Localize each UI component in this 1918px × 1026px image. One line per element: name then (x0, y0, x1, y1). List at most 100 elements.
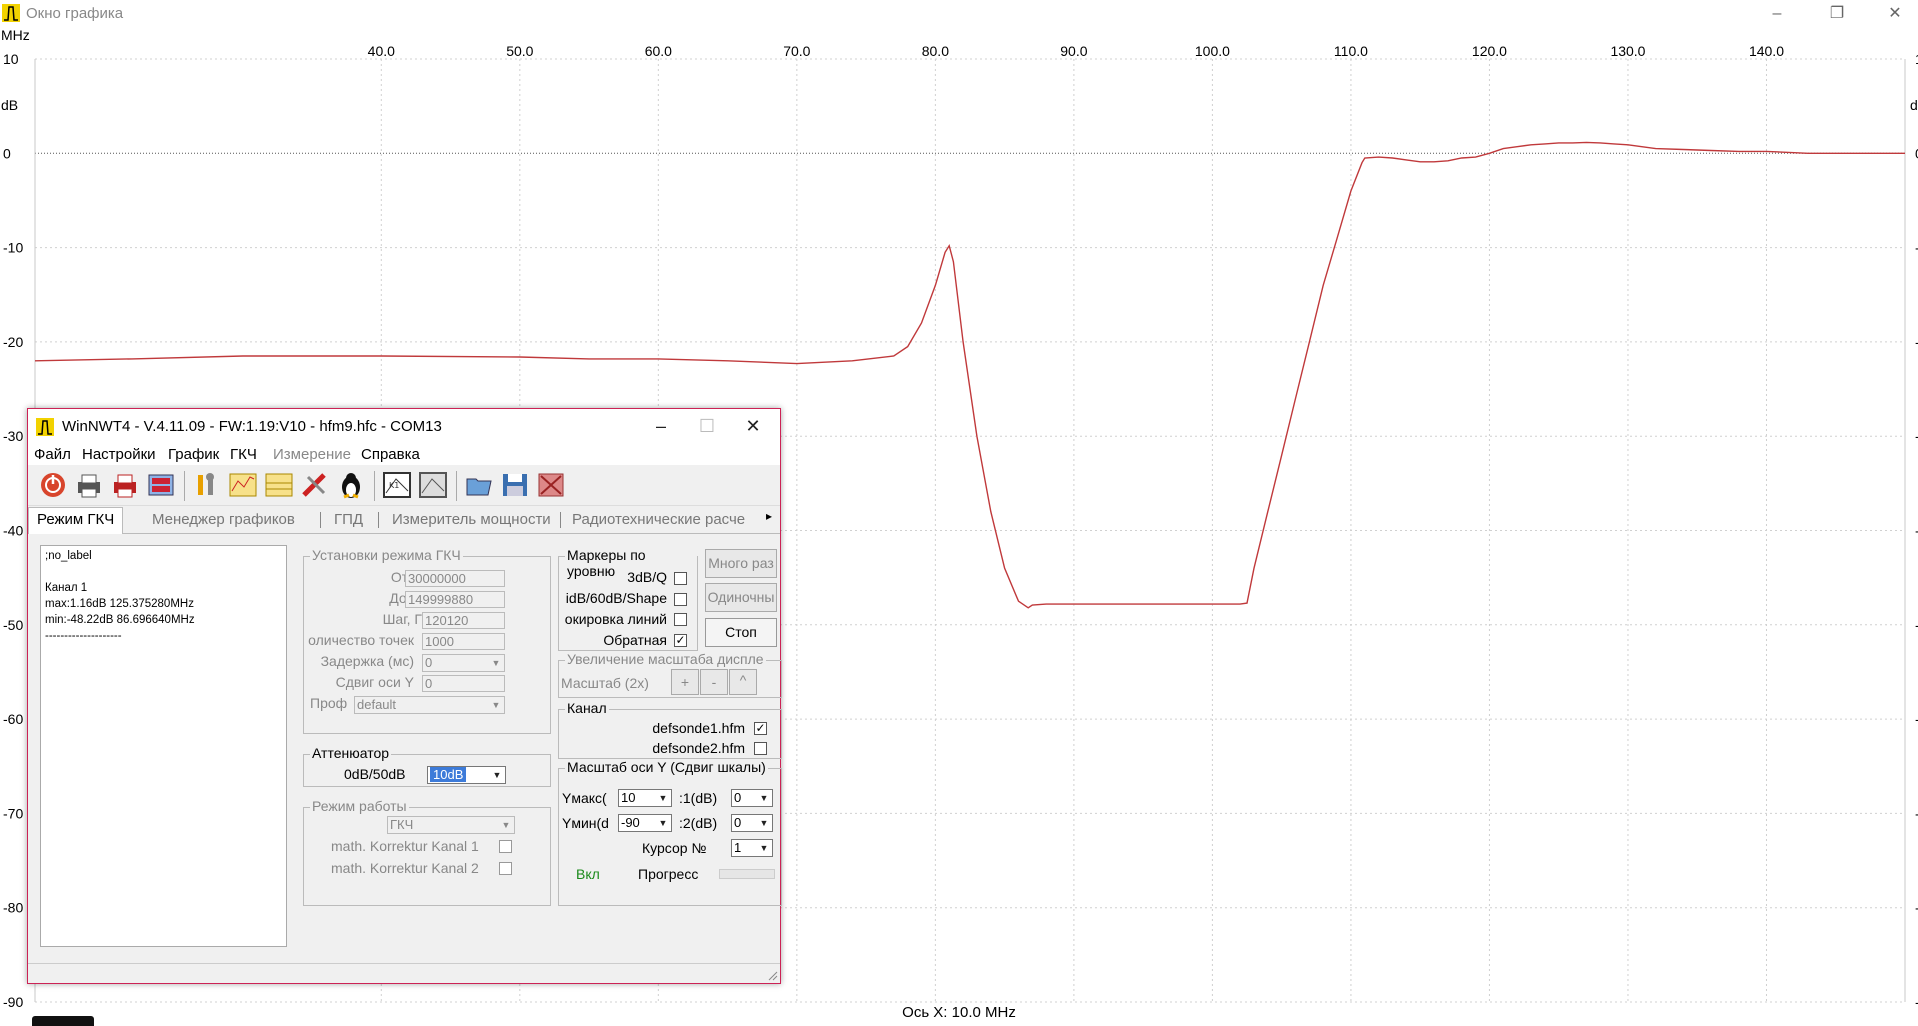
minimize-button[interactable]: – (1760, 2, 1794, 26)
x-tick-label: 100.0 (1195, 43, 1230, 59)
y-tick-label-left: -30 (3, 428, 23, 444)
zoom-in-button[interactable]: + (671, 669, 699, 695)
sweep-single-button[interactable]: Одиночны (705, 583, 777, 612)
inverse-checkbox[interactable]: ✓ (674, 634, 687, 647)
y-tick-label-left: -40 (3, 523, 23, 539)
zoom-out-button[interactable]: - (700, 669, 728, 695)
mode-title: Режим работы (310, 798, 409, 814)
yshift-label: Сдвиг оси Y (335, 674, 414, 690)
restore-button[interactable]: ❐ (1820, 2, 1854, 26)
k2-select[interactable]: 0 ▼ (731, 814, 773, 832)
tab-power-meter[interactable]: Измеритель мощности (392, 511, 551, 528)
x-tick-label: 80.0 (922, 43, 949, 59)
korrektur-1-checkbox[interactable] (499, 840, 512, 853)
tools-icon[interactable] (192, 471, 222, 499)
dialog-titlebar[interactable]: WinNWT4 - V.4.11.09 - FW:1.19:V10 - hfm9… (28, 409, 780, 443)
dialog-maximize-button[interactable]: ☐ (684, 413, 730, 439)
tab-graph-manager[interactable]: Менеджер графиков (152, 511, 295, 528)
graph-window-titlebar[interactable]: Окно графика – ❐ ✕ (0, 0, 1918, 28)
menu-help[interactable]: Справка (361, 446, 420, 463)
tab-vfo[interactable]: ГПД (334, 511, 363, 528)
cursor-select[interactable]: 1 ▼ (731, 839, 773, 857)
tab-sweep-mode[interactable]: Режим ГКЧ (28, 507, 124, 534)
k2-value: 0 (734, 815, 742, 830)
channel-1-checkbox[interactable]: ✓ (754, 722, 767, 735)
line-lock-label: окировка линий (564, 611, 667, 627)
marker-3db-checkbox[interactable] (674, 572, 687, 585)
toolbar-separator (456, 471, 457, 501)
y-tick-label-left: 10 (3, 51, 19, 67)
k1-chart-icon[interactable]: K1 (382, 471, 412, 499)
menu-file[interactable]: Файл (34, 446, 71, 463)
taskbar-thumbnail (32, 1016, 94, 1026)
table-icon[interactable] (264, 471, 294, 499)
cursor-value: 1 (734, 840, 742, 855)
chevron-down-icon: ▼ (759, 818, 769, 828)
menu-settings[interactable]: Настройки (82, 446, 156, 463)
mode-select[interactable]: ГКЧ ▼ (387, 816, 515, 834)
ymin-select[interactable]: -90 ▼ (618, 814, 672, 832)
cursor-label: Курсор № (642, 840, 707, 856)
save-icon[interactable] (500, 471, 530, 499)
channel-2-label: defsonde2.hfm (652, 740, 745, 756)
to-field[interactable]: 149999880 (405, 591, 505, 608)
points-field[interactable]: 1000 (422, 633, 505, 650)
attenuator-title: Аттенюатор (310, 745, 392, 761)
stop-button[interactable]: Стоп (705, 618, 777, 647)
calibrate-icon[interactable] (300, 471, 330, 499)
export-png-icon[interactable] (146, 471, 176, 499)
tab-scroll-arrows[interactable]: ▸ (766, 509, 780, 531)
x-tick-label: 40.0 (368, 43, 395, 59)
attenuator-select[interactable]: 10dB ▼ (427, 766, 506, 784)
k1-label: :1(dB) (679, 790, 718, 806)
points-label: оличество точек (308, 632, 414, 648)
info-line: ;no_label (45, 550, 92, 562)
profile-select[interactable]: default ▼ (354, 696, 505, 714)
line-lock-checkbox[interactable] (674, 613, 687, 626)
x-unit-label: MHz (1, 27, 30, 43)
graph-yellow-icon[interactable] (228, 471, 258, 499)
y-tick-label-left: -60 (3, 711, 23, 727)
zoom-reset-button[interactable]: ^ (729, 669, 757, 695)
korrektur-2-checkbox[interactable] (499, 862, 512, 875)
info-line (45, 566, 282, 582)
tab-separator (320, 512, 321, 528)
delete-chart-icon[interactable] (536, 471, 566, 499)
linux-penguin-icon[interactable] (336, 471, 366, 499)
korrektur-1-label: math. Korrektur Kanal 1 (331, 838, 479, 854)
menu-graph[interactable]: График (168, 446, 219, 463)
ymax-select[interactable]: 10 ▼ (618, 789, 672, 807)
power-icon[interactable] (38, 471, 68, 499)
status-strip (28, 963, 780, 984)
marker-shape-checkbox[interactable] (674, 593, 687, 606)
ymin-value: -90 (621, 815, 640, 830)
y-tick-label-left: -70 (3, 805, 23, 821)
dialog-minimize-button[interactable]: – (638, 413, 684, 439)
x-tick-label: 140.0 (1749, 43, 1784, 59)
sweep-settings-title: Установки режима ГКЧ (310, 547, 463, 563)
markers-group: Маркеры по уровню 3dB/Q idB/60dB/Shape о… (558, 547, 698, 651)
close-button[interactable]: ✕ (1878, 2, 1912, 26)
k2-label: :2(dB) (679, 815, 718, 831)
yshift-field[interactable]: 0 (422, 675, 505, 692)
svg-text:K1: K1 (389, 481, 399, 490)
chevron-down-icon: ▼ (501, 820, 511, 830)
print-color-icon[interactable] (110, 471, 140, 499)
print-icon[interactable] (74, 471, 104, 499)
channel-2-checkbox[interactable] (754, 742, 767, 755)
chart-settings-icon[interactable] (418, 471, 448, 499)
resize-grip-icon[interactable] (766, 969, 778, 981)
sweep-multi-button[interactable]: Много раз (705, 549, 777, 578)
y-unit-label-left: dB (1, 97, 18, 113)
step-field[interactable]: 120120 (422, 612, 505, 629)
toolbar-separator (184, 471, 185, 501)
info-panel[interactable]: ;no_label Канал 1 max:1.16dB 125.375280M… (40, 545, 287, 947)
delay-select[interactable]: 0 ▼ (422, 654, 505, 672)
dialog-close-button[interactable]: ✕ (730, 413, 776, 439)
open-file-icon[interactable] (464, 471, 494, 499)
from-field[interactable]: 30000000 (405, 570, 505, 587)
menu-sweep[interactable]: ГКЧ (230, 446, 257, 463)
tab-radio-calc[interactable]: Радиотехнические расче (572, 511, 745, 528)
menu-measurement[interactable]: Измерение (273, 446, 351, 463)
k1-select[interactable]: 0 ▼ (731, 789, 773, 807)
